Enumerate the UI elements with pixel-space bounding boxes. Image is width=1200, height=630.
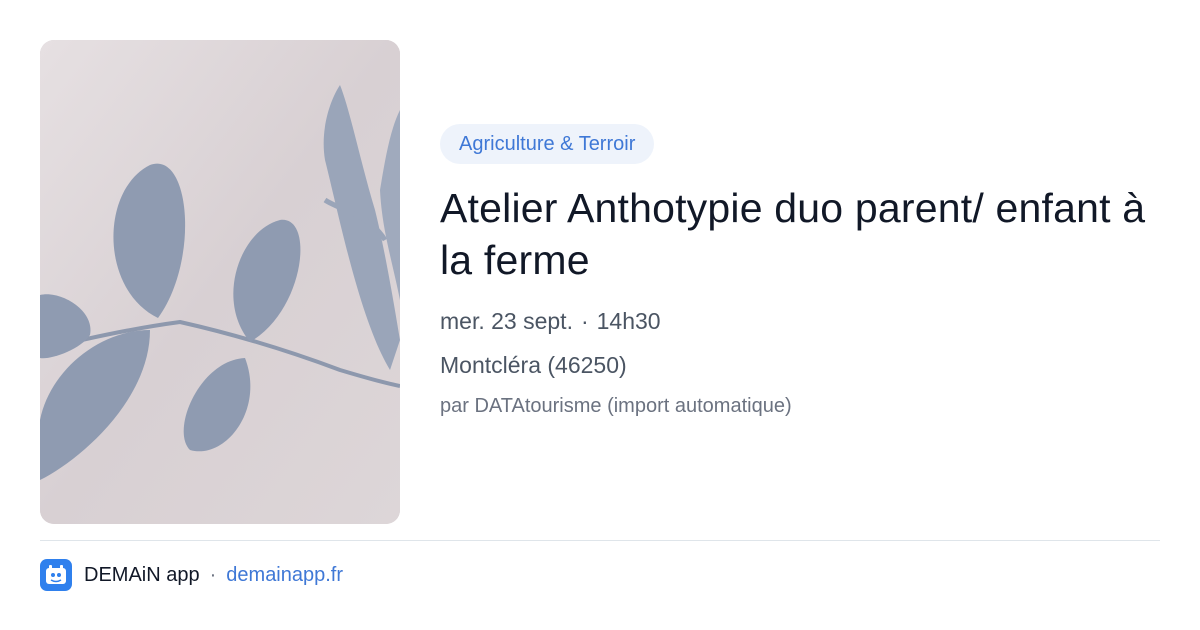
event-title[interactable]: Atelier Anthotypie duo parent/ enfant à … [440,182,1160,286]
demain-app-logo-icon [40,559,72,591]
app-website-link[interactable]: demainapp.fr [226,564,343,587]
footer-divider [40,540,1160,541]
event-location: Montcléra (46250) [440,352,627,378]
event-date: mer. 23 sept. [440,308,573,334]
app-name: DEMAiN app [84,563,200,586]
event-datetime: mer. 23 sept. · 14h30 [440,306,1160,336]
footer: DEMAiN app · demainapp.fr [40,558,343,592]
datetime-separator: · [580,308,589,334]
category-tag[interactable]: Agriculture & Terroir [440,124,655,164]
event-source: par DATAtourisme (import automatique) [440,395,792,417]
event-details: Agriculture & Terroir Atelier Anthotypie… [440,124,1160,420]
event-card[interactable]: Agriculture & Terroir Atelier Anthotypie… [0,0,1200,630]
event-photo [40,40,400,524]
event-time: 14h30 [596,308,661,334]
footer-separator: · [209,563,217,586]
